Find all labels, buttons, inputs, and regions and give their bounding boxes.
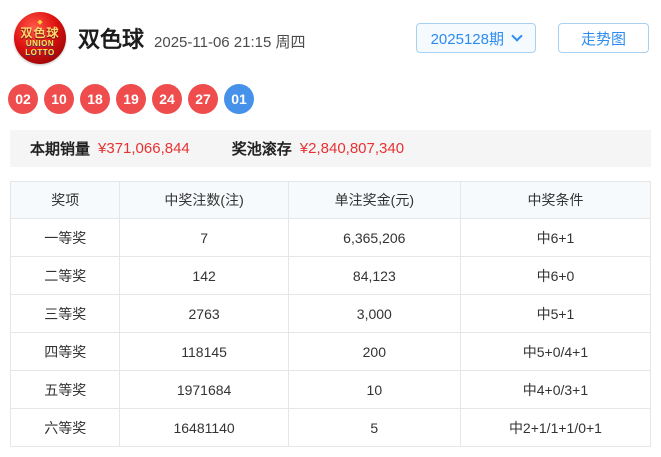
- prize-amount: 200: [287, 332, 461, 371]
- col-header-prize: 奖项: [9, 181, 121, 219]
- winner-count: 142: [119, 256, 289, 295]
- header: ◆ 双色球 UNION LOTTO 双色球 2025-11-06 21:15 周…: [0, 0, 661, 76]
- win-condition: 中4+0/3+1: [459, 370, 652, 409]
- table-header-row: 奖项 中奖注数(注) 单注奖金(元) 中奖条件: [9, 181, 652, 219]
- red-ball-4: 19: [116, 84, 146, 114]
- red-ball-3: 18: [80, 84, 110, 114]
- prize-amount: 3,000: [287, 294, 461, 333]
- prize-amount: 84,123: [287, 256, 461, 295]
- winner-count: 2763: [119, 294, 289, 333]
- table-row: 三等奖 2763 3,000 中5+1: [9, 294, 652, 333]
- red-ball-2: 10: [44, 84, 74, 114]
- winner-count: 118145: [119, 332, 289, 371]
- prize-name: 五等奖: [9, 370, 121, 409]
- diamond-icon: ◆: [37, 19, 43, 26]
- win-condition: 中5+0/4+1: [459, 332, 652, 371]
- logo-text-cn: 双色球: [20, 26, 60, 40]
- col-header-condition: 中奖条件: [459, 181, 652, 219]
- logo-text-union: UNION: [25, 39, 55, 48]
- red-ball-1: 02: [8, 84, 38, 114]
- prize-amount: 6,365,206: [287, 218, 461, 257]
- pool-value: ¥2,840,807,340: [299, 140, 405, 157]
- col-header-winners: 中奖注数(注): [119, 181, 289, 219]
- table-row: 一等奖 7 6,365,206 中6+1: [9, 218, 652, 257]
- win-condition: 中5+1: [459, 294, 652, 333]
- red-ball-5: 24: [152, 84, 182, 114]
- prize-name: 四等奖: [9, 332, 121, 371]
- prize-name: 一等奖: [9, 218, 121, 257]
- prize-amount: 10: [287, 370, 461, 409]
- table-row: 四等奖 118145 200 中5+0/4+1: [9, 332, 652, 371]
- winner-count: 16481140: [119, 408, 289, 447]
- winner-count: 1971684: [119, 370, 289, 409]
- table-row: 六等奖 16481140 5 中2+1/1+1/0+1: [9, 408, 652, 447]
- prize-name: 三等奖: [9, 294, 121, 333]
- winner-count: 7: [119, 218, 289, 257]
- chevron-down-icon: [511, 30, 523, 42]
- draw-datetime: 2025-11-06 21:15 周四: [154, 34, 306, 51]
- logo-text-lotto: LOTTO: [25, 48, 55, 57]
- page-title: 双色球: [78, 27, 145, 52]
- red-ball-6: 27: [188, 84, 218, 114]
- blue-ball: 01: [224, 84, 254, 114]
- win-condition: 中2+1/1+1/0+1: [459, 408, 652, 447]
- prize-name: 二等奖: [9, 256, 121, 295]
- table-row: 二等奖 142 84,123 中6+0: [9, 256, 652, 295]
- table-row: 五等奖 1971684 10 中4+0/3+1: [9, 370, 652, 409]
- col-header-amount: 单注奖金(元): [287, 181, 461, 219]
- sales-value: ¥371,066,844: [98, 140, 190, 157]
- union-lotto-logo: ◆ 双色球 UNION LOTTO: [14, 12, 66, 64]
- sales-label: 本期销量: [30, 141, 91, 158]
- pool-label: 奖池滚存: [231, 141, 292, 158]
- drawn-balls: 02 10 18 19 24 27 01: [0, 84, 661, 114]
- issue-selector-dropdown[interactable]: 2025128期: [415, 23, 536, 53]
- prize-table: 奖项 中奖注数(注) 单注奖金(元) 中奖条件 一等奖 7 6,365,206 …: [9, 181, 652, 447]
- prize-amount: 5: [287, 408, 461, 447]
- prize-name: 六等奖: [9, 408, 121, 447]
- issue-selector-label: 2025128期: [430, 30, 504, 48]
- title-group: 双色球 2025-11-06 21:15 周四: [78, 22, 306, 54]
- win-condition: 中6+1: [459, 218, 652, 257]
- stats-bar: 本期销量 ¥371,066,844 奖池滚存 ¥2,840,807,340: [10, 130, 651, 167]
- win-condition: 中6+0: [459, 256, 652, 295]
- trend-chart-label: 走势图: [580, 30, 626, 48]
- trend-chart-button[interactable]: 走势图: [557, 23, 649, 53]
